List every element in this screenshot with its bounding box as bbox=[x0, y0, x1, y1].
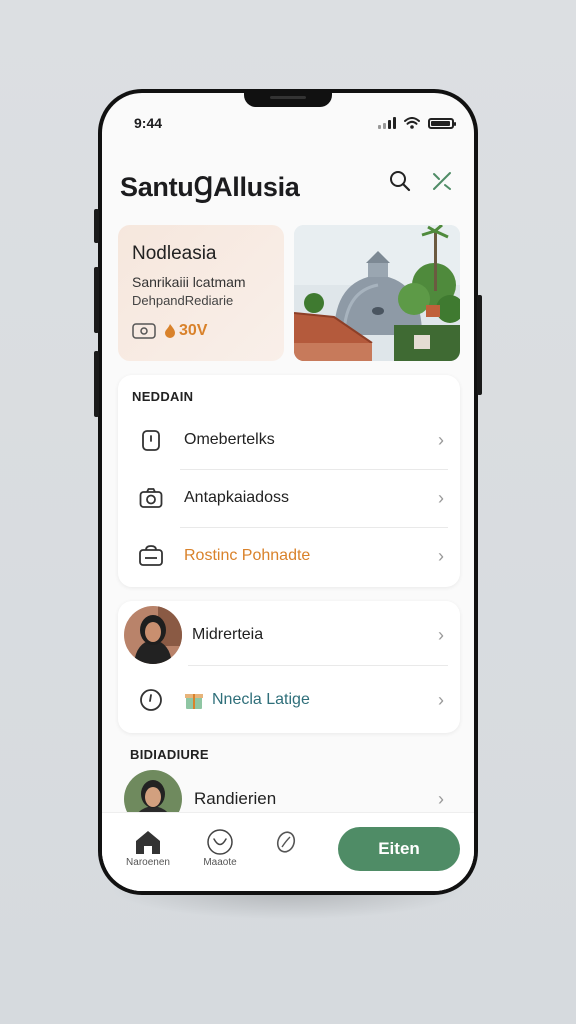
volume-down-button bbox=[94, 351, 99, 417]
status-time: 9:44 bbox=[134, 115, 163, 131]
home-icon bbox=[136, 831, 160, 854]
flame-icon bbox=[165, 323, 175, 338]
settings-row-2-label: Antapkaiadoss bbox=[184, 489, 289, 506]
settings-row-1-label: Omebertelks bbox=[184, 431, 275, 448]
nav-home-label: Naroenen bbox=[126, 857, 170, 868]
promo-title: Nodleasia bbox=[132, 243, 217, 264]
chevron-right-icon: › bbox=[438, 689, 444, 710]
nav-favorites[interactable]: Maaote bbox=[190, 827, 250, 868]
section-label: NEDDAIN bbox=[132, 389, 194, 404]
person-row[interactable]: Midrerteia › bbox=[118, 605, 460, 665]
leaf-icon bbox=[276, 831, 296, 853]
timer-row-label: Nnecla Latige bbox=[212, 691, 310, 708]
nav-favorites-label: Maaote bbox=[203, 857, 237, 868]
phone-frame: 9:44 SantuꞬAllusia Nodleasia Sanrikaiii … bbox=[94, 89, 482, 895]
promo-card[interactable]: Nodleasia Sanrikaiii lcatmam DehpandRedi… bbox=[118, 225, 284, 361]
divider bbox=[188, 665, 448, 666]
mute-switch bbox=[94, 209, 99, 243]
ticket-icon bbox=[132, 322, 156, 339]
chevron-right-icon: › bbox=[438, 545, 444, 566]
camera-icon bbox=[139, 488, 163, 508]
chevron-right-icon: › bbox=[438, 487, 444, 508]
app-screen: 9:44 SantuꞬAllusia Nodleasia Sanrikaiii … bbox=[102, 93, 474, 891]
settings-card: NEDDAIN Omebertelks › Antapkaiadoss › Ro… bbox=[118, 375, 460, 587]
power-button bbox=[477, 295, 482, 395]
close-tools-icon bbox=[433, 172, 451, 190]
gift-icon bbox=[185, 694, 203, 709]
volume-up-button bbox=[94, 267, 99, 333]
promo-subtitle: Sanrikaiii lcatmam bbox=[132, 274, 246, 290]
settings-row-3[interactable]: Rostinc Pohnadte › bbox=[118, 527, 460, 585]
recent-row-label: Randierien bbox=[194, 789, 277, 808]
promo-subtitle-2: DehpandRediarie bbox=[132, 292, 234, 308]
nav-home[interactable]: Naroenen bbox=[118, 827, 178, 868]
promo-price: 30V bbox=[164, 322, 207, 340]
featured-photo[interactable] bbox=[294, 225, 460, 361]
wifi-icon bbox=[404, 117, 420, 129]
section-label-2: BIDIADIURE bbox=[130, 747, 209, 762]
app-title: SantuꞬAllusia bbox=[120, 172, 300, 202]
status-icons bbox=[378, 117, 456, 129]
people-card: Midrerteia › Nnecla Latige › bbox=[118, 601, 460, 733]
settings-row-3-label: Rostinc Pohnadte bbox=[184, 547, 311, 564]
chevron-right-icon: › bbox=[438, 429, 444, 450]
signal-icon bbox=[378, 117, 396, 129]
clock-icon bbox=[140, 689, 162, 711]
cta-button[interactable]: Eiten bbox=[338, 827, 460, 871]
avatar bbox=[124, 606, 182, 664]
bag-icon bbox=[139, 545, 163, 566]
lock-icon bbox=[142, 430, 160, 451]
tools-button[interactable] bbox=[428, 167, 456, 195]
chevron-right-icon: › bbox=[438, 624, 444, 645]
heart-icon bbox=[207, 829, 233, 855]
settings-row-1[interactable]: Omebertelks › bbox=[118, 411, 460, 469]
search-button[interactable] bbox=[386, 167, 414, 195]
promo-price-value: 30V bbox=[179, 321, 208, 339]
search-icon bbox=[390, 171, 411, 192]
timer-row[interactable]: Nnecla Latige › bbox=[118, 671, 460, 729]
battery-icon bbox=[428, 117, 456, 129]
notch bbox=[244, 93, 332, 107]
dome-building-image bbox=[294, 225, 460, 361]
bottom-nav: Naroenen Maaote Eiten bbox=[102, 812, 474, 891]
person-row-label: Midrerteia bbox=[192, 626, 264, 643]
nav-explore[interactable] bbox=[256, 827, 316, 857]
chevron-right-icon: › bbox=[438, 788, 444, 809]
settings-row-2[interactable]: Antapkaiadoss › bbox=[118, 469, 460, 527]
